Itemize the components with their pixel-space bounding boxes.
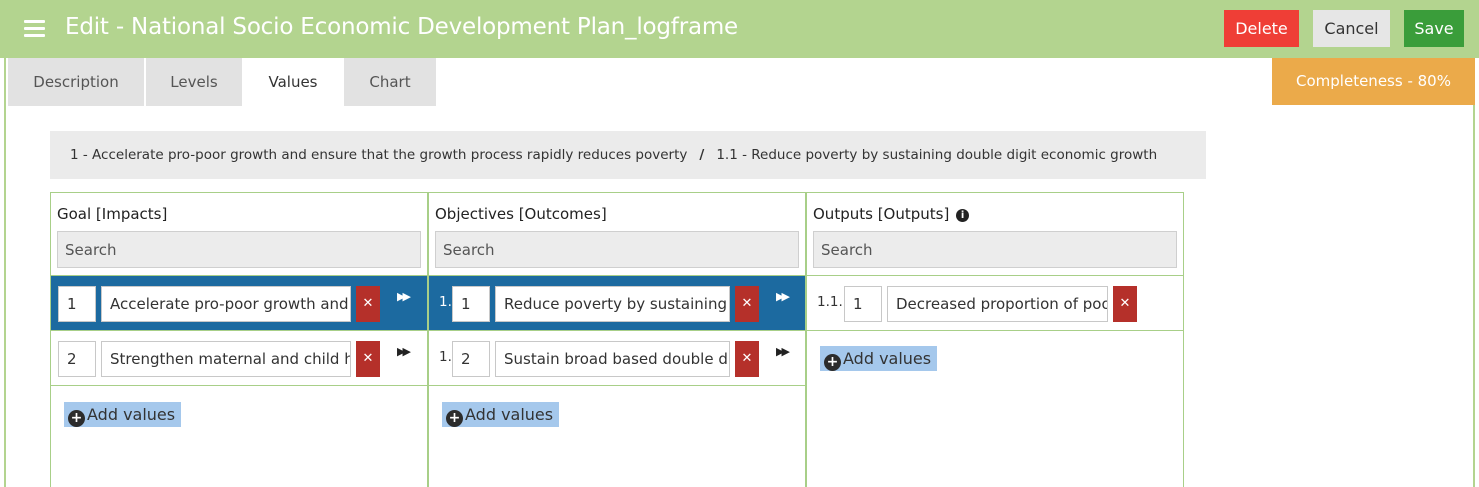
column-title: Goal [Impacts]: [57, 205, 168, 223]
text-field[interactable]: [495, 286, 730, 322]
number-field[interactable]: [58, 286, 96, 322]
column-header: Goal [Impacts]: [51, 193, 427, 276]
save-button[interactable]: Save: [1404, 10, 1464, 47]
add-circle-icon: +: [446, 410, 463, 427]
breadcrumb-separator: /: [699, 147, 705, 163]
tab-chart[interactable]: Chart: [344, 58, 436, 106]
remove-icon[interactable]: ✕: [1113, 286, 1137, 322]
breadcrumb-item[interactable]: 1 - Accelerate pro-poor growth and ensur…: [70, 147, 687, 163]
number-field[interactable]: [452, 286, 490, 322]
remove-icon[interactable]: ✕: [735, 286, 759, 322]
text-field[interactable]: [101, 286, 351, 322]
search-input[interactable]: [57, 231, 421, 268]
level-prefix: 1.: [439, 294, 452, 310]
fast-forward-icon[interactable]: ▶▶: [397, 346, 411, 358]
list-item[interactable]: 1. ✕ ▶▶: [429, 331, 805, 386]
level-prefix: 1.: [439, 349, 452, 365]
cancel-button[interactable]: Cancel: [1313, 10, 1390, 47]
fast-forward-icon[interactable]: ▶▶: [776, 291, 790, 303]
editor-panel: Description Levels Values Chart Complete…: [4, 58, 1475, 487]
column-title: Outputs [Outputs] i: [813, 203, 1177, 231]
column-title: Objectives [Outcomes]: [435, 205, 607, 223]
list-item[interactable]: 1.1. ✕: [807, 276, 1183, 331]
column-header: Objectives [Outcomes]: [429, 193, 805, 276]
fast-forward-icon[interactable]: ▶▶: [776, 346, 790, 358]
number-field[interactable]: [452, 341, 490, 377]
delete-button[interactable]: Delete: [1224, 10, 1299, 47]
add-values-button[interactable]: + Add values: [442, 402, 560, 427]
fast-forward-icon[interactable]: ▶▶: [397, 291, 411, 303]
add-values-button[interactable]: + Add values: [64, 402, 182, 427]
tab-values[interactable]: Values: [242, 58, 344, 106]
number-field[interactable]: [58, 341, 96, 377]
add-circle-icon: +: [68, 410, 85, 427]
objectives-column: Objectives [Outcomes] 1. ✕ ▶▶ 1. ✕ ▶▶ +A…: [428, 192, 806, 487]
goal-column: Goal [Impacts] ✕ ▶▶ ✕ ▶▶ +Add values: [50, 192, 428, 487]
list-item[interactable]: ✕ ▶▶: [51, 276, 427, 331]
list-item[interactable]: ✕ ▶▶: [51, 331, 427, 386]
number-field[interactable]: [844, 286, 882, 322]
text-field[interactable]: [887, 286, 1108, 322]
top-bar: Edit - National Socio Economic Developme…: [0, 0, 1479, 58]
column-header: Outputs [Outputs] i: [807, 193, 1183, 276]
remove-icon[interactable]: ✕: [356, 286, 380, 322]
search-input[interactable]: [813, 231, 1177, 268]
level-prefix: 1.1.: [817, 294, 843, 310]
tab-description[interactable]: Description: [8, 58, 144, 106]
menu-icon[interactable]: [24, 20, 45, 38]
page-title: Edit - National Socio Economic Developme…: [65, 14, 738, 40]
text-field[interactable]: [495, 341, 730, 377]
remove-icon[interactable]: ✕: [735, 341, 759, 377]
list-item[interactable]: 1. ✕ ▶▶: [429, 276, 805, 331]
remove-icon[interactable]: ✕: [356, 341, 380, 377]
tab-levels[interactable]: Levels: [146, 58, 242, 106]
completeness-badge: Completeness - 80%: [1272, 58, 1475, 105]
info-icon[interactable]: i: [956, 209, 970, 222]
add-values-button[interactable]: + Add values: [820, 346, 938, 371]
search-input[interactable]: [435, 231, 799, 268]
breadcrumb-item[interactable]: 1.1 - Reduce poverty by sustaining doubl…: [716, 147, 1157, 163]
add-circle-icon: +: [824, 354, 841, 371]
breadcrumb: 1 - Accelerate pro-poor growth and ensur…: [50, 131, 1206, 179]
text-field[interactable]: [101, 341, 351, 377]
outputs-column: Outputs [Outputs] i 1.1. ✕ +Add values: [806, 192, 1184, 487]
